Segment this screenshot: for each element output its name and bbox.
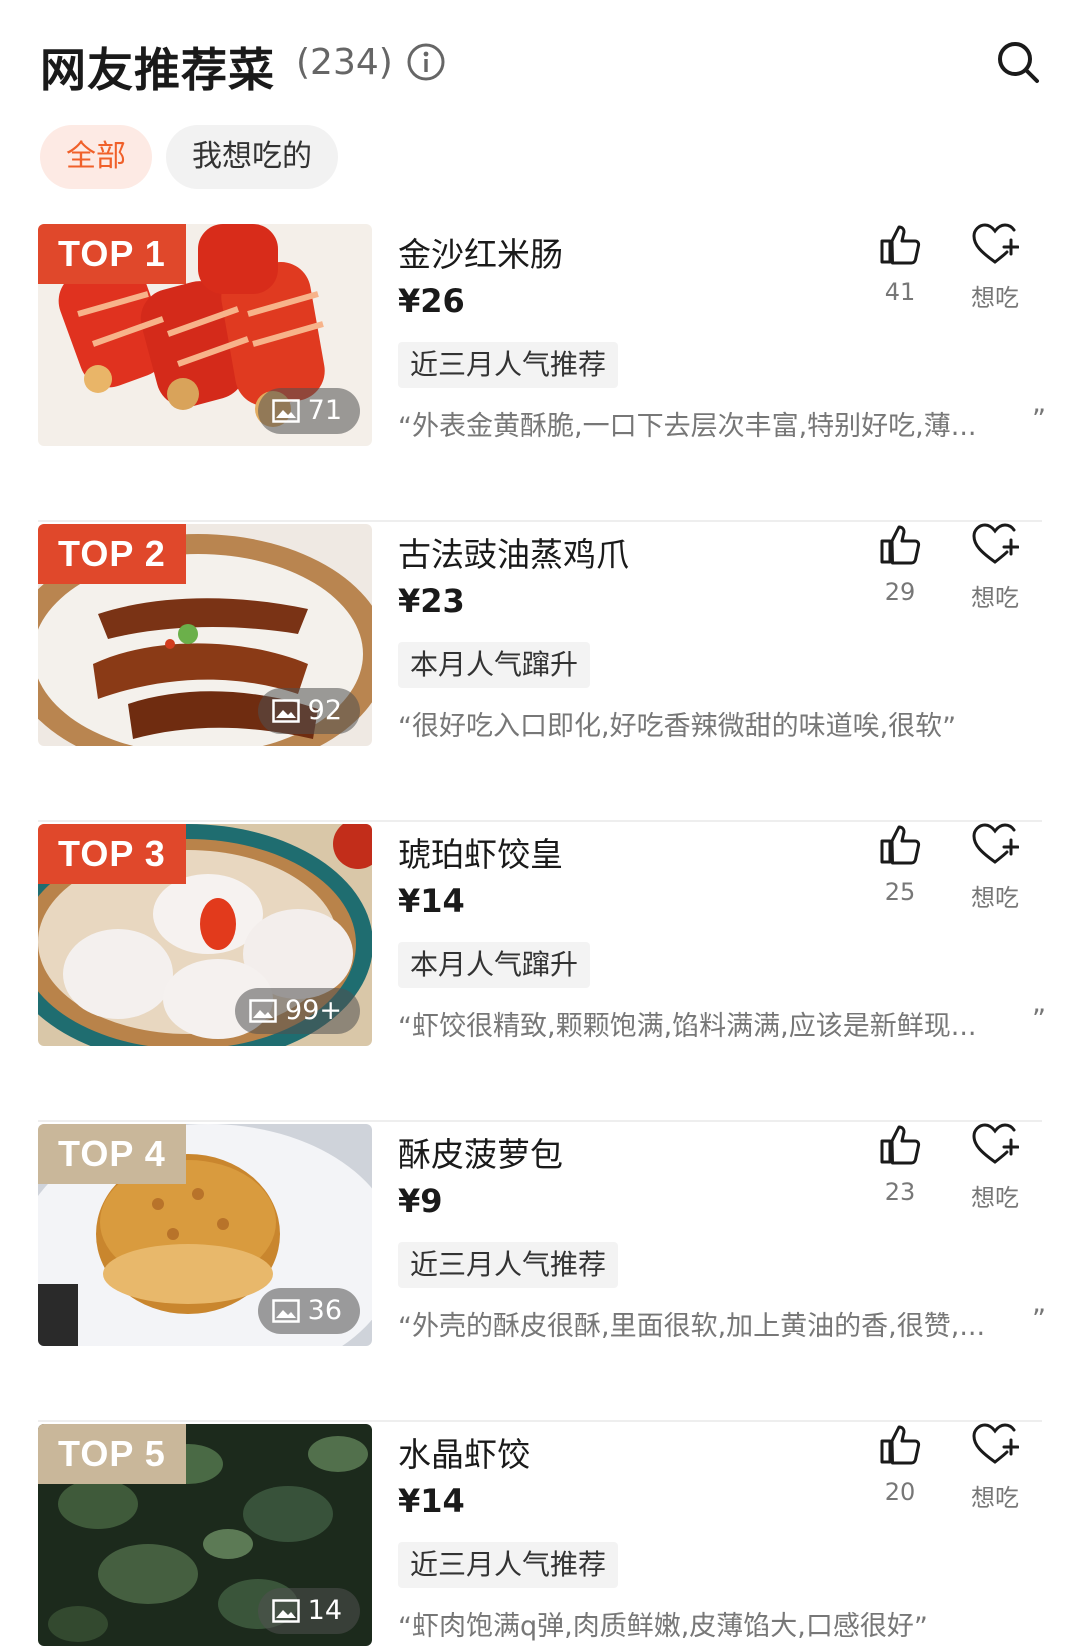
rank-badge: TOP 2 <box>38 524 186 584</box>
want-label: 想吃 <box>971 1484 1019 1512</box>
dish-name[interactable]: 水晶虾饺 <box>398 1428 530 1476</box>
like-count: 20 <box>884 1478 916 1506</box>
dish-price: ¥14 <box>398 1482 465 1520</box>
filter-want-to-eat[interactable]: 我想吃的 <box>166 125 338 189</box>
dish-photo[interactable]: TOP 2 92 <box>38 524 372 746</box>
page-title: 网友推荐菜 <box>40 43 275 97</box>
dish-photo[interactable]: TOP 4 36 <box>38 1124 372 1346</box>
rank-badge: TOP 4 <box>38 1124 186 1184</box>
heart-plus-icon <box>972 523 1020 564</box>
want-label: 想吃 <box>971 1184 1019 1212</box>
dish-price: ¥14 <box>398 882 465 920</box>
dish-photo[interactable]: TOP 5 14 <box>38 1424 372 1646</box>
dish-count: (234) <box>296 42 393 83</box>
image-icon <box>271 1299 300 1323</box>
heart-plus-icon <box>972 223 1020 264</box>
photo-count-badge: 36 <box>257 1288 360 1334</box>
heart-plus-icon <box>972 1423 1020 1464</box>
header: 网友推荐菜 (234) <box>0 0 1080 120</box>
image-icon <box>271 1599 300 1623</box>
want-label: 想吃 <box>971 584 1019 612</box>
popularity-tag: 近三月人气推荐 <box>398 1542 619 1588</box>
image-icon <box>249 999 277 1023</box>
thumbs-up-icon <box>880 825 921 865</box>
thumbs-up-icon <box>880 225 921 265</box>
dish-item[interactable]: TOP 1 71 金沙红米肠 ¥26 近三月人气推荐 “外表金黄酥脆,一口下去层… <box>0 222 1080 522</box>
want-to-eat-button[interactable]: 想吃 <box>960 1422 1030 1513</box>
want-label: 想吃 <box>971 884 1019 912</box>
popularity-tag: 本月人气蹿升 <box>398 642 591 688</box>
like-count: 25 <box>884 878 916 906</box>
popularity-tag: 本月人气蹿升 <box>398 942 591 988</box>
dish-price: ¥26 <box>398 282 465 320</box>
photo-count-badge: 71 <box>257 388 360 434</box>
dish-price: ¥23 <box>398 582 465 620</box>
review-quote: “外表金黄酥脆,一口下去层次丰富,特别好吃,薄...” <box>398 404 1046 443</box>
photo-count: 36 <box>307 1295 342 1326</box>
photo-count: 71 <box>307 395 342 426</box>
dish-item[interactable]: TOP 4 36 酥皮菠萝包 ¥9 近三月人气推荐 “外壳的酥皮很酥,里面很软,… <box>0 1122 1080 1422</box>
filter-all[interactable]: 全部 <box>40 125 152 189</box>
dish-item[interactable]: TOP 2 92 古法豉油蒸鸡爪 ¥23 本月人气蹿升 “很好吃入口即化,好吃香… <box>0 522 1080 822</box>
like-button[interactable]: 41 <box>868 222 932 306</box>
want-to-eat-button[interactable]: 想吃 <box>960 522 1030 613</box>
rank-badge: TOP 5 <box>38 1424 186 1484</box>
dish-photo[interactable]: TOP 1 71 <box>38 224 372 446</box>
review-quote: “虾饺很精致,颗颗饱满,馅料满满,应该是新鲜现...” <box>398 1004 1046 1043</box>
photo-count: 14 <box>307 1595 342 1626</box>
dish-photo[interactable]: TOP 3 99+ <box>38 824 372 1046</box>
rank-badge: TOP 1 <box>38 224 186 284</box>
search-icon[interactable] <box>996 40 1040 84</box>
photo-count-badge: 99+ <box>235 988 360 1034</box>
like-button[interactable]: 25 <box>868 822 932 906</box>
thumbs-up-icon <box>880 525 921 565</box>
want-to-eat-button[interactable]: 想吃 <box>960 1122 1030 1213</box>
like-button[interactable]: 23 <box>868 1122 932 1206</box>
heart-plus-icon <box>972 823 1020 864</box>
photo-count: 99+ <box>285 995 342 1026</box>
review-quote: “外壳的酥皮很酥,里面很软,加上黄油的香,很赞,...” <box>398 1304 1046 1343</box>
like-count: 29 <box>884 578 916 606</box>
dish-name[interactable]: 金沙红米肠 <box>398 228 563 276</box>
popularity-tag: 近三月人气推荐 <box>398 342 619 388</box>
want-to-eat-button[interactable]: 想吃 <box>960 222 1030 313</box>
like-button[interactable]: 20 <box>868 1422 932 1506</box>
photo-count-badge: 92 <box>257 688 360 734</box>
filter-bar: 全部 我想吃的 <box>40 125 338 189</box>
photo-count-badge: 14 <box>257 1588 360 1634</box>
info-icon[interactable] <box>406 42 446 82</box>
rank-badge: TOP 3 <box>38 824 186 884</box>
want-label: 想吃 <box>971 284 1019 312</box>
dish-item[interactable]: TOP 3 99+ 琥珀虾饺皇 ¥14 本月人气蹿升 “虾饺很精致,颗颗饱满,馅… <box>0 822 1080 1122</box>
dish-name[interactable]: 琥珀虾饺皇 <box>398 828 563 876</box>
photo-count: 92 <box>307 695 342 726</box>
dish-name[interactable]: 古法豉油蒸鸡爪 <box>398 528 629 576</box>
thumbs-up-icon <box>880 1425 921 1465</box>
like-count: 41 <box>884 278 916 306</box>
review-quote: “虾肉饱满q弹,肉质鲜嫩,皮薄馅大,口感很好” <box>398 1611 928 1643</box>
like-count: 23 <box>884 1178 916 1206</box>
like-button[interactable]: 29 <box>868 522 932 606</box>
popularity-tag: 近三月人气推荐 <box>398 1242 619 1288</box>
review-quote: “很好吃入口即化,好吃香辣微甜的味道唉,很软” <box>398 711 957 743</box>
image-icon <box>271 399 300 423</box>
dish-price: ¥9 <box>398 1182 443 1220</box>
want-to-eat-button[interactable]: 想吃 <box>960 822 1030 913</box>
thumbs-up-icon <box>880 1125 921 1165</box>
image-icon <box>271 699 300 723</box>
dish-item[interactable]: TOP 5 14 水晶虾饺 ¥14 近三月人气推荐 “虾肉饱满q弹,肉质鲜嫩,皮… <box>0 1422 1080 1652</box>
dish-name[interactable]: 酥皮菠萝包 <box>398 1128 563 1176</box>
heart-plus-icon <box>972 1123 1020 1164</box>
dish-list: TOP 1 71 金沙红米肠 ¥26 近三月人气推荐 “外表金黄酥脆,一口下去层… <box>0 222 1080 1652</box>
